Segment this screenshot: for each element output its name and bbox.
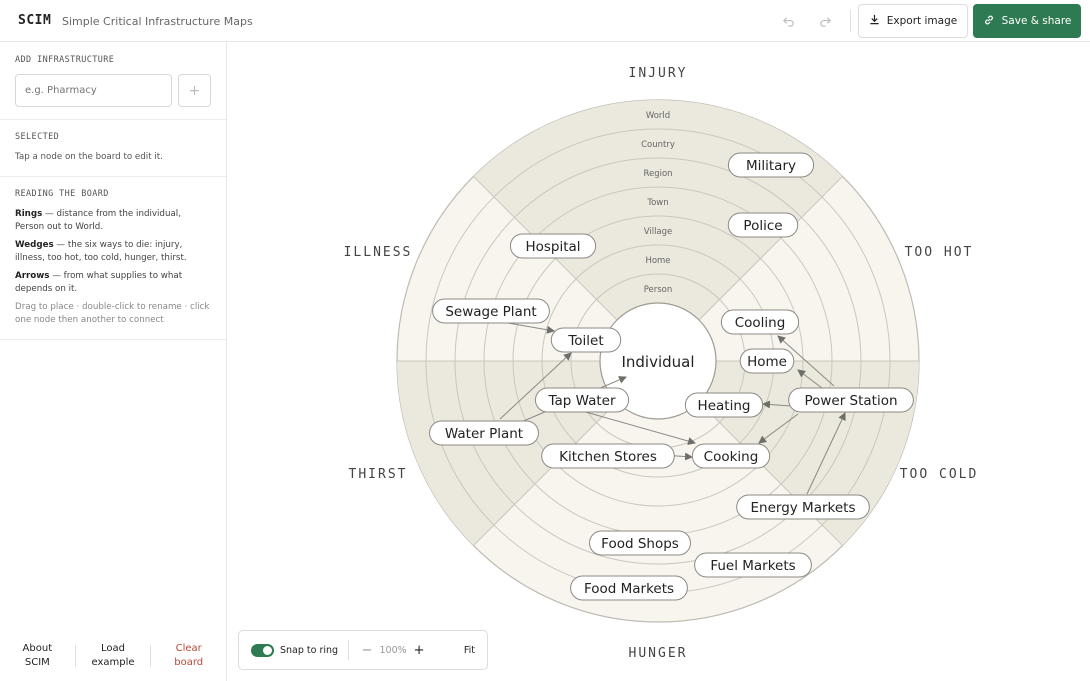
node-label: Heating xyxy=(698,398,751,414)
node-label: Fuel Markets xyxy=(710,558,795,574)
node-toilet[interactable]: Toilet xyxy=(550,327,622,353)
wedge-label: INJURY xyxy=(629,66,688,81)
wedge-label: HUNGER xyxy=(629,646,688,661)
ring-label: Country xyxy=(641,140,675,150)
node-label: Food Shops xyxy=(601,536,679,552)
sidebar: ADD INFRASTRUCTURE + SELECTED Tap a node… xyxy=(0,43,227,681)
app-brand: SCIM xyxy=(18,13,52,28)
legend-wedges-term: Wedges xyxy=(15,240,54,250)
node-label: Tap Water xyxy=(547,393,616,409)
node-sewage-plant[interactable]: Sewage Plant xyxy=(432,298,550,324)
link-icon xyxy=(983,14,995,29)
ring-label: Village xyxy=(644,227,673,237)
undo-icon[interactable] xyxy=(778,11,798,31)
ring-label: World xyxy=(646,111,670,121)
ring-label: Home xyxy=(645,256,670,266)
node-label: Water Plant xyxy=(445,426,523,442)
node-heating[interactable]: Heating xyxy=(684,392,764,418)
infrastructure-name-input[interactable] xyxy=(15,74,172,107)
about-scim-link[interactable]: About SCIM xyxy=(0,642,75,670)
ring-label: Town xyxy=(646,198,668,208)
wedge-label: TOO COLD xyxy=(900,467,979,482)
snap-to-ring-label: Snap to ring xyxy=(280,644,339,656)
clear-line-1: Clear xyxy=(175,643,202,654)
selected-section: SELECTED Tap a node on the board to edit… xyxy=(0,120,226,177)
node-label: Food Markets xyxy=(584,581,674,597)
node-label: Sewage Plant xyxy=(445,304,536,320)
save-share-button[interactable]: Save & share xyxy=(973,4,1081,38)
clear-line-2: board xyxy=(174,657,204,668)
zoom-divider xyxy=(348,640,350,660)
center-label: Individual xyxy=(621,353,694,371)
legend-wedges: Wedges — the six ways to die: injury, il… xyxy=(15,239,211,265)
zoom-toolbar: Snap to ring − 100% + Fit xyxy=(238,630,488,670)
load-example-link[interactable]: Load example xyxy=(76,642,151,670)
wedge-label: ILLNESS xyxy=(344,245,413,260)
node-home[interactable]: Home xyxy=(739,348,795,374)
node-label: Energy Markets xyxy=(751,500,856,516)
node-kitchen-stores[interactable]: Kitchen Stores xyxy=(541,443,675,469)
node-tap-water[interactable]: Tap Water xyxy=(534,387,630,413)
ring-label: Person xyxy=(644,285,673,295)
zoom-out-icon[interactable]: − xyxy=(359,643,375,658)
zoom-in-icon[interactable]: + xyxy=(411,643,427,658)
top-bar: SCIM Simple Critical Infrastructure Maps… xyxy=(0,0,1090,42)
node-cooking[interactable]: Cooking xyxy=(691,443,771,469)
export-image-label: Export image xyxy=(886,15,958,27)
node-label: Power Station xyxy=(804,393,897,409)
selected-title: SELECTED xyxy=(15,132,60,142)
add-infrastructure-title: ADD INFRASTRUCTURE xyxy=(15,55,115,65)
node-police[interactable]: Police xyxy=(727,212,799,238)
add-infrastructure-section: ADD INFRASTRUCTURE + xyxy=(0,43,226,120)
legend-arrows: Arrows — from what supplies to what depe… xyxy=(15,270,211,296)
node-cooling[interactable]: Cooling xyxy=(720,309,800,335)
node-military[interactable]: Military xyxy=(727,152,815,178)
download-icon xyxy=(869,14,880,28)
snap-to-ring-toggle[interactable] xyxy=(251,643,274,657)
ring-label: Region xyxy=(643,169,672,179)
legend-arrows-term: Arrows xyxy=(15,271,50,281)
node-power-station[interactable]: Power Station xyxy=(788,387,914,413)
node-food-shops[interactable]: Food Shops xyxy=(589,530,691,556)
reading-section: READING THE BOARD Rings — distance from … xyxy=(0,177,226,340)
selected-hint: Tap a node on the board to edit it. xyxy=(15,152,163,162)
node-hospital[interactable]: Hospital xyxy=(509,233,597,259)
node-label: Cooling xyxy=(735,315,786,331)
node-label: Cooking xyxy=(704,449,759,465)
legend-rings-term: Rings xyxy=(15,209,43,219)
ring-diagram[interactable]: Person Home Village Town Region Country World I… xyxy=(227,43,1090,681)
clear-board-link[interactable]: Clear board xyxy=(151,642,226,670)
node-label: Hospital xyxy=(525,239,580,255)
wedge-label: TOO HOT xyxy=(905,245,974,260)
about-line-2: SCIM xyxy=(24,657,50,668)
legend-rings: Rings — distance from the individual, Pe… xyxy=(15,208,211,234)
legend-tip: Drag to place · double-click to rename ·… xyxy=(15,302,210,325)
app-tagline: Simple Critical Infrastructure Maps xyxy=(62,15,253,28)
load-line-2: example xyxy=(91,657,135,668)
node-food-markets[interactable]: Food Markets xyxy=(570,575,688,601)
node-label: Police xyxy=(743,218,782,234)
plus-icon: + xyxy=(188,82,201,99)
export-image-button[interactable]: Export image xyxy=(858,4,968,38)
add-node-button[interactable]: + xyxy=(178,74,211,107)
load-line-1: Load xyxy=(101,643,125,654)
zoom-level: 100% xyxy=(379,644,407,656)
about-line-1: About xyxy=(22,643,53,654)
node-label: Home xyxy=(747,354,787,370)
toolbar-divider xyxy=(850,10,851,32)
reading-title: READING THE BOARD xyxy=(15,189,109,199)
node-label: Kitchen Stores xyxy=(559,449,657,465)
redo-icon[interactable] xyxy=(815,11,835,31)
map-board[interactable]: Person Home Village Town Region Country World I… xyxy=(227,43,1090,681)
node-fuel-markets[interactable]: Fuel Markets xyxy=(694,552,812,578)
node-label: Military xyxy=(746,158,796,174)
node-water-plant[interactable]: Water Plant xyxy=(429,420,539,446)
sidebar-footer: About SCIM Load example Clear board xyxy=(0,631,226,681)
node-label: Toilet xyxy=(567,333,603,349)
save-share-label: Save & share xyxy=(1001,15,1072,27)
fit-button[interactable]: Fit xyxy=(464,645,475,656)
node-energy-markets[interactable]: Energy Markets xyxy=(736,494,870,520)
wedge-label: THIRST xyxy=(349,467,408,482)
